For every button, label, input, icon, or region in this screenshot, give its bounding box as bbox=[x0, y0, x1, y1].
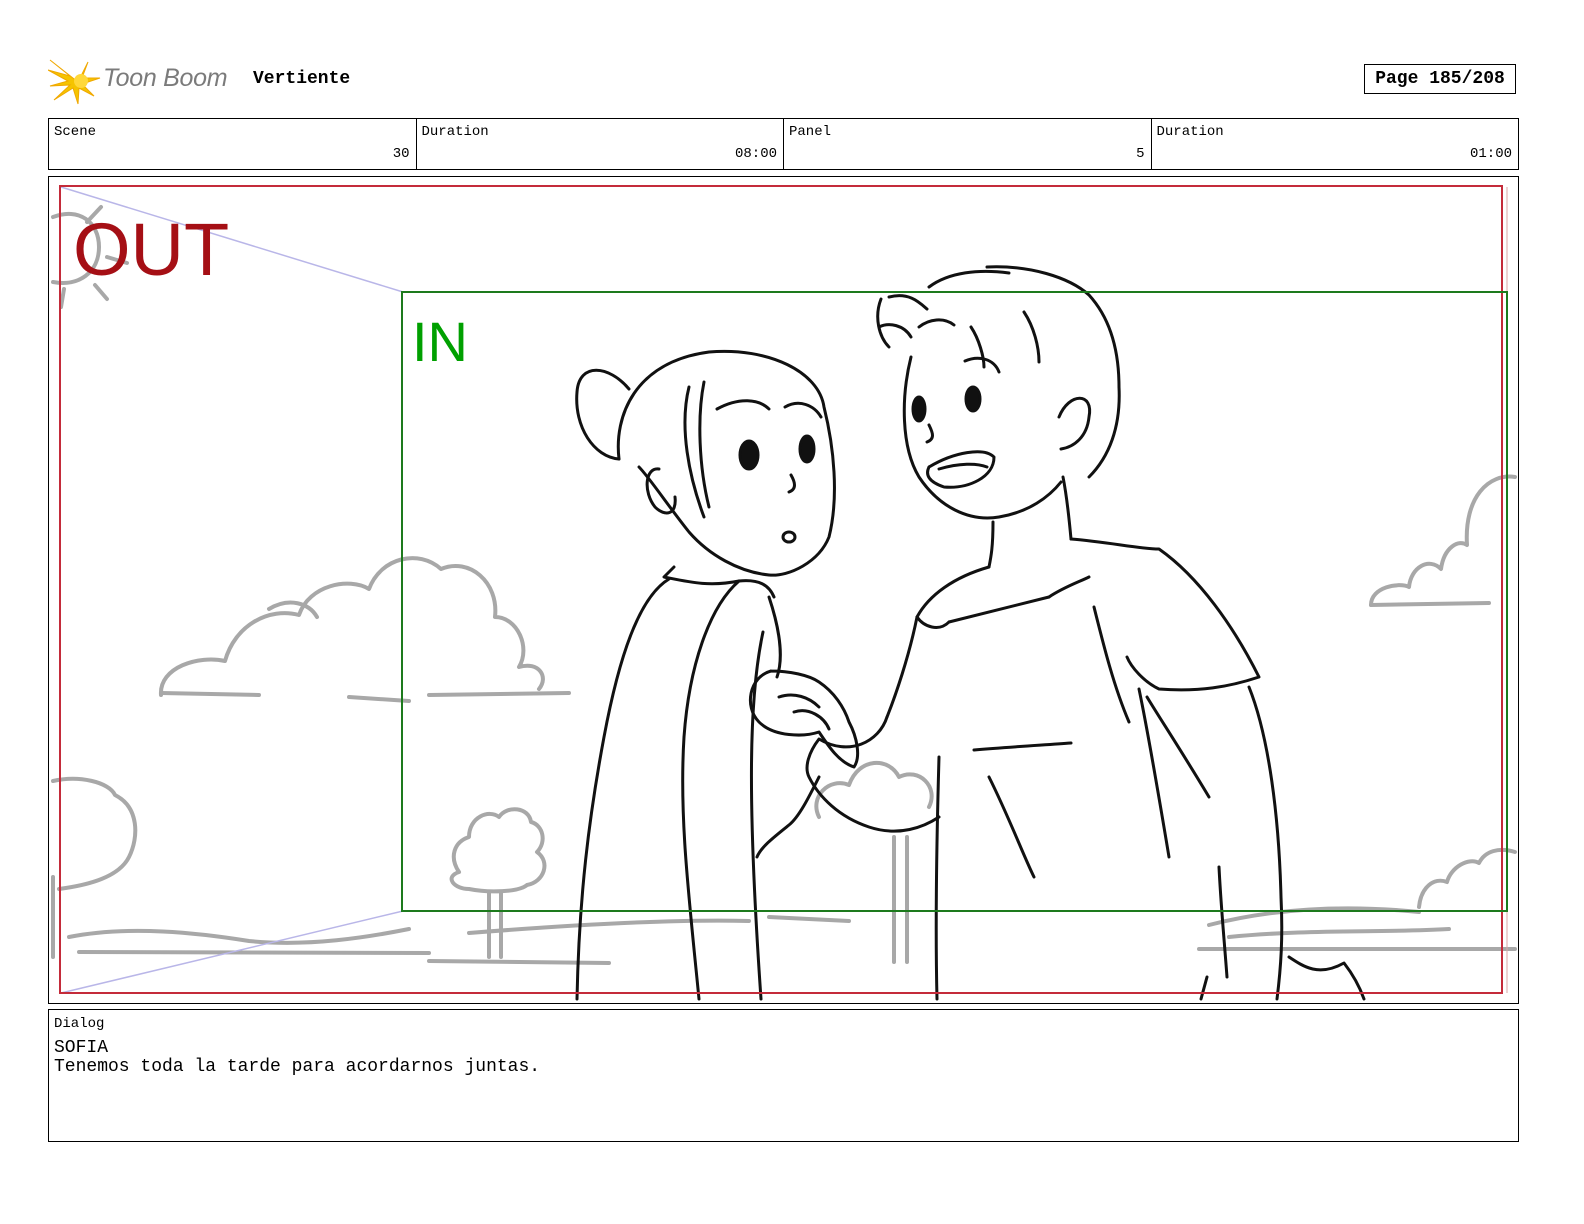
panel-label: Panel bbox=[789, 124, 832, 140]
storyboard-header: Toon Boom Vertiente Page 185/208 bbox=[48, 56, 1518, 106]
dialog-speaker: SOFIA bbox=[54, 1038, 109, 1058]
dialog-label: Dialog bbox=[54, 1016, 105, 1032]
tree-sketch bbox=[449, 807, 547, 894]
girl-body bbox=[575, 577, 782, 1001]
panel-value: 5 bbox=[1136, 146, 1145, 162]
scene-value: 30 bbox=[392, 146, 410, 162]
panel-duration-value: 01:00 bbox=[1469, 146, 1512, 162]
out-label: OUT bbox=[73, 208, 229, 291]
girl-hair-bun bbox=[575, 368, 631, 461]
panel-duration-label: Duration bbox=[1156, 124, 1224, 140]
girl-collar bbox=[662, 565, 776, 599]
girl-hand bbox=[749, 669, 860, 769]
starburst-icon bbox=[48, 59, 101, 105]
scene-duration-cell: Duration 08:00 bbox=[417, 119, 784, 169]
boy-face bbox=[902, 355, 1063, 520]
scene-label: Scene bbox=[54, 124, 97, 140]
dialog-box: Dialog SOFIA Tenemos toda la tarde para … bbox=[48, 1009, 1519, 1142]
scene-duration-value: 08:00 bbox=[734, 146, 777, 162]
boy-neck bbox=[987, 475, 1073, 569]
in-label: IN bbox=[412, 310, 468, 373]
ground-sketch bbox=[67, 906, 1517, 965]
panel-cell: Panel 5 bbox=[784, 119, 1152, 169]
logo-text: Toon Boom bbox=[103, 64, 228, 92]
boy-shirt bbox=[885, 537, 1261, 719]
in-frame bbox=[401, 291, 1508, 912]
panel-drawing: OUT IN bbox=[51, 185, 1517, 1001]
scene-cell: Scene 30 bbox=[49, 119, 417, 169]
storyboard-panel: OUT IN bbox=[48, 176, 1519, 1004]
cloud-left-sketch bbox=[158, 556, 545, 697]
page-indicator: Page 185/208 bbox=[1364, 64, 1516, 94]
characters-sketch bbox=[575, 265, 1366, 1001]
toon-boom-logo: Toon Boom bbox=[48, 56, 238, 106]
scene-duration-label: Duration bbox=[421, 124, 489, 140]
panel-duration-cell: Duration 01:00 bbox=[1152, 119, 1519, 169]
boy-body bbox=[934, 755, 1229, 1001]
project-title: Vertiente bbox=[253, 69, 351, 89]
bush-left-sketch bbox=[51, 776, 138, 891]
panel-info-table: Scene 30 Duration 08:00 Panel 5 Duration… bbox=[48, 118, 1519, 170]
background-sketch bbox=[51, 205, 1517, 965]
out-frame bbox=[59, 185, 1503, 994]
dialog-line: Tenemos toda la tarde para acordarnos ju… bbox=[54, 1057, 541, 1077]
boy-mouth bbox=[926, 450, 996, 489]
girl-head bbox=[616, 349, 836, 577]
boy-ear bbox=[1057, 396, 1092, 451]
boy-arm bbox=[805, 715, 941, 833]
cloud-right-sketch bbox=[1369, 474, 1517, 607]
